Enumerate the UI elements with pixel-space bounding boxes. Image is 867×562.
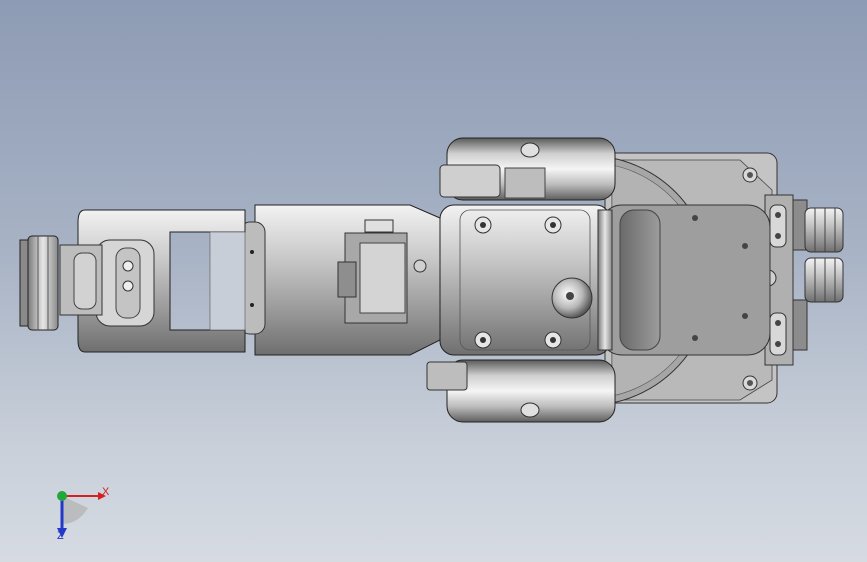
cad-viewport[interactable]: X Z: [0, 0, 867, 562]
lower-motor-drum: [426, 359, 616, 423]
central-housing: [439, 204, 613, 356]
robot-arm-model[interactable]: [0, 0, 867, 562]
wrist-yoke: [59, 209, 246, 353]
cable-gland-upper: [804, 207, 844, 253]
shoulder-cover: [599, 204, 771, 356]
cable-gland-lower: [804, 257, 844, 303]
tool-flange: [19, 235, 59, 331]
x-axis-label: X: [102, 486, 110, 498]
forearm-body: [239, 204, 441, 356]
upper-motor-drum: [439, 137, 616, 201]
z-axis-label: Z: [57, 530, 64, 542]
